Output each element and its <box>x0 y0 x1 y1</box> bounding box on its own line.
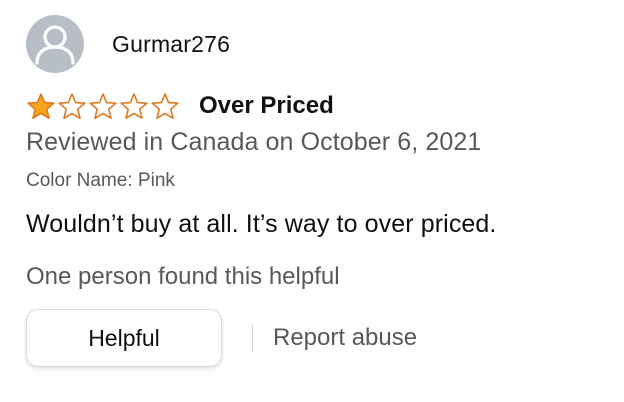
rating-row: Over Priced <box>26 90 616 122</box>
star-empty-icon <box>120 93 148 120</box>
action-divider <box>252 324 253 352</box>
helpful-button[interactable]: Helpful <box>26 309 222 367</box>
star-empty-icon <box>89 93 117 120</box>
star-empty-icon <box>151 93 179 120</box>
reviewer-name[interactable]: Gurmar276 <box>112 31 230 58</box>
report-abuse-link[interactable]: Report abuse <box>273 324 417 352</box>
helpful-count: One person found this helpful <box>26 263 340 290</box>
review-title[interactable]: Over Priced <box>199 92 334 120</box>
reviewer-profile[interactable]: Gurmar276 <box>26 14 616 74</box>
avatar <box>26 15 84 73</box>
user-silhouette-icon <box>35 25 75 65</box>
customer-review: Gurmar276 Over Priced Reviewed in Canada… <box>26 14 616 367</box>
review-actions: Helpful Report abuse <box>26 309 616 367</box>
star-filled-icon <box>27 93 55 120</box>
review-body: Wouldn’t buy at all. It’s way to over pr… <box>26 210 497 238</box>
star-rating[interactable] <box>26 92 181 120</box>
review-date: Reviewed in Canada on October 6, 2021 <box>26 128 482 156</box>
variant-info: Color Name: Pink <box>26 170 175 191</box>
star-empty-icon <box>58 93 86 120</box>
